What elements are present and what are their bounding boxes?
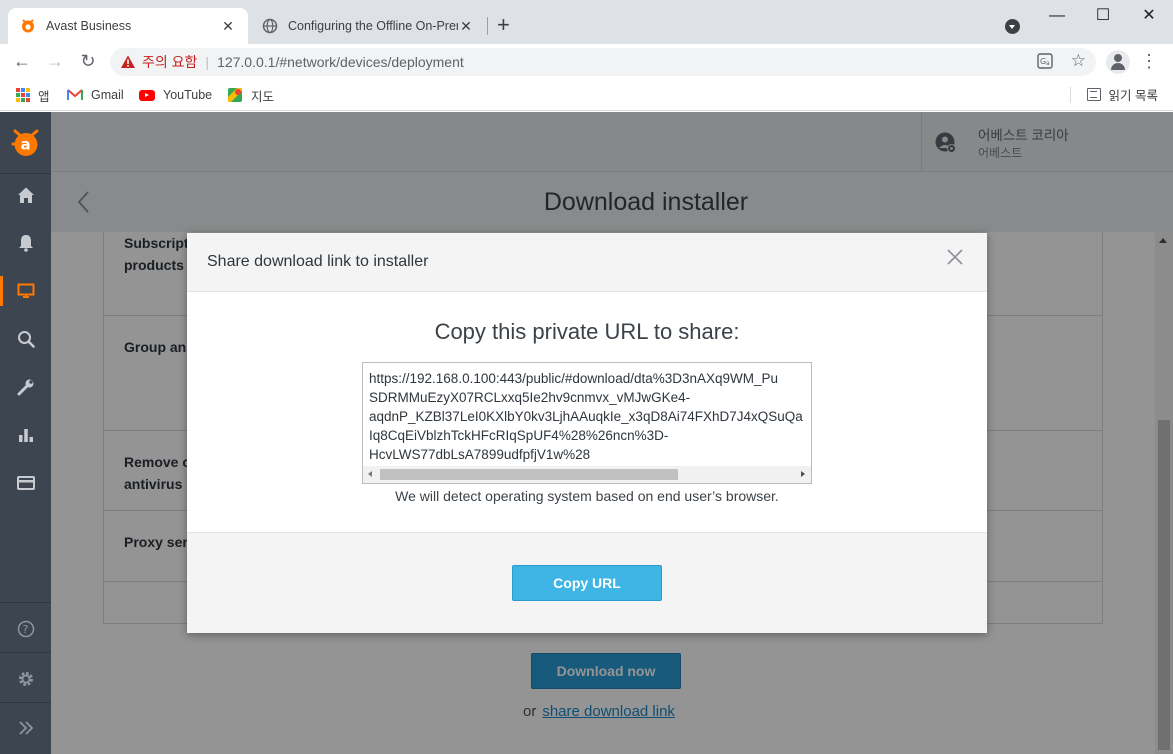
url-horizontal-scrollbar[interactable]	[363, 466, 811, 483]
sidebar-item-help[interactable]: ?	[0, 614, 51, 644]
sidebar-item-dashboard[interactable]	[0, 180, 51, 210]
sidebar-divider	[0, 652, 51, 653]
tab-title: Avast Business	[46, 19, 132, 33]
gmail-icon	[67, 89, 83, 100]
sidebar-item-subscriptions[interactable]	[0, 468, 51, 498]
scroll-thumb[interactable]	[380, 469, 678, 480]
browser-toolbar: ← → ↻ 주의 요함 | 127.0.0.1/#network/devices…	[0, 44, 1173, 80]
tools-icon	[17, 379, 33, 396]
url-text[interactable]: 127.0.0.1/#network/devices/deployment	[217, 54, 464, 70]
bookmark-label: 지도	[251, 89, 275, 104]
devices-icon	[17, 283, 34, 298]
reload-icon[interactable]: ↻	[76, 50, 100, 72]
bookmarks-bar: 앱 Gmail YouTube 지도 읽기 목록	[0, 80, 1173, 111]
sidebar-divider	[0, 173, 51, 174]
tab-close-icon[interactable]: ✕	[220, 18, 236, 35]
window-close-icon[interactable]: ✕	[1126, 6, 1172, 26]
tab-configuring-offline[interactable]: Configuring the Offline On-Prem ✕	[250, 8, 486, 44]
tab-title: Configuring the Offline On-Prem	[288, 19, 458, 33]
svg-text:?: ?	[22, 623, 28, 636]
close-icon[interactable]	[945, 247, 965, 267]
tab-avast-business[interactable]: Avast Business ✕	[8, 8, 248, 44]
reading-list-label: 읽기 목록	[1108, 89, 1158, 103]
help-icon: ?	[17, 620, 34, 638]
youtube-icon	[139, 89, 155, 101]
warning-icon[interactable]	[120, 54, 136, 70]
bookmark-label: 앱	[38, 89, 50, 104]
reading-list-button[interactable]: 읽기 목록	[1086, 85, 1158, 104]
bookmark-gmail[interactable]: Gmail	[67, 85, 124, 105]
bookmark-star-icon[interactable]: ☆	[1071, 52, 1086, 69]
bookmark-label: Gmail	[91, 88, 124, 102]
browser-tab-strip: Avast Business ✕ Configuring the Offline…	[0, 0, 1173, 44]
sidebar-item-settings[interactable]	[0, 664, 51, 694]
svg-text:a: a	[1046, 60, 1050, 67]
tab-close-icon[interactable]: ✕	[458, 18, 474, 35]
sidebar-item-tools[interactable]	[0, 372, 51, 402]
sidebar-expand[interactable]	[0, 713, 51, 743]
globe-icon	[262, 18, 278, 34]
translate-icon[interactable]: Ga	[1037, 53, 1053, 69]
bookmark-apps[interactable]: 앱	[16, 85, 50, 105]
sidebar-divider	[0, 702, 51, 703]
maps-icon	[228, 88, 242, 102]
sidebar-divider	[0, 602, 51, 603]
minimize-icon[interactable]: —	[1034, 6, 1080, 26]
forward-arrow-icon[interactable]: →	[43, 50, 67, 72]
private-url-text[interactable]: https://192.168.0.100:443/public/#downlo…	[369, 369, 803, 464]
dialog-title: Share download link to installer	[207, 253, 429, 270]
os-detection-note: We will detect operating system based on…	[395, 488, 779, 504]
settings-icon	[18, 672, 33, 686]
profile-avatar-icon[interactable]	[1106, 50, 1130, 74]
sidebar-item-reports[interactable]	[0, 420, 51, 450]
bookmark-maps[interactable]: 지도	[227, 85, 274, 105]
security-warning-text[interactable]: 주의 요함	[142, 52, 197, 72]
new-tab-icon[interactable]: +	[497, 14, 510, 36]
omnibox-divider: |	[205, 54, 210, 70]
scroll-right-arrow-icon[interactable]	[801, 471, 805, 477]
private-url-textarea[interactable]: https://192.168.0.100:443/public/#downlo…	[362, 362, 812, 484]
avast-logo-icon[interactable]: a	[11, 128, 41, 158]
expand-icon	[18, 721, 33, 735]
bookmark-label: YouTube	[163, 88, 213, 102]
scroll-left-arrow-icon[interactable]	[368, 471, 372, 477]
bookmarks-divider	[1070, 87, 1071, 103]
tab-separator	[487, 17, 488, 35]
reports-icon	[18, 429, 33, 442]
sidebar-item-notifications[interactable]	[0, 228, 51, 258]
back-arrow-icon[interactable]: ←	[10, 50, 34, 72]
svg-text:a: a	[21, 136, 31, 154]
notifications-icon	[18, 235, 33, 252]
dialog-footer: Copy URL	[187, 532, 987, 633]
tab-search-icon[interactable]	[1005, 19, 1020, 34]
copy-url-button[interactable]: Copy URL	[512, 565, 662, 601]
reading-list-icon	[1086, 88, 1101, 101]
subscriptions-icon	[16, 476, 35, 490]
share-link-dialog: Share download link to installer Copy th…	[187, 233, 987, 633]
search-icon	[17, 331, 35, 348]
address-bar[interactable]: 주의 요함 | 127.0.0.1/#network/devices/deplo…	[110, 48, 1096, 76]
dialog-heading: Copy this private URL to share:	[434, 319, 740, 344]
browser-menu-icon[interactable]: ⋮	[1140, 52, 1158, 70]
sidebar-item-devices[interactable]	[0, 276, 51, 306]
dialog-header: Share download link to installer	[187, 233, 987, 292]
maximize-icon[interactable]: ☐	[1080, 6, 1126, 26]
home-icon	[17, 187, 34, 203]
sidebar-item-search[interactable]	[0, 324, 51, 354]
bookmark-youtube[interactable]: YouTube	[139, 85, 212, 105]
apps-icon	[16, 88, 30, 102]
avast-favicon-icon	[22, 19, 34, 33]
sidebar: a ?	[0, 112, 51, 754]
